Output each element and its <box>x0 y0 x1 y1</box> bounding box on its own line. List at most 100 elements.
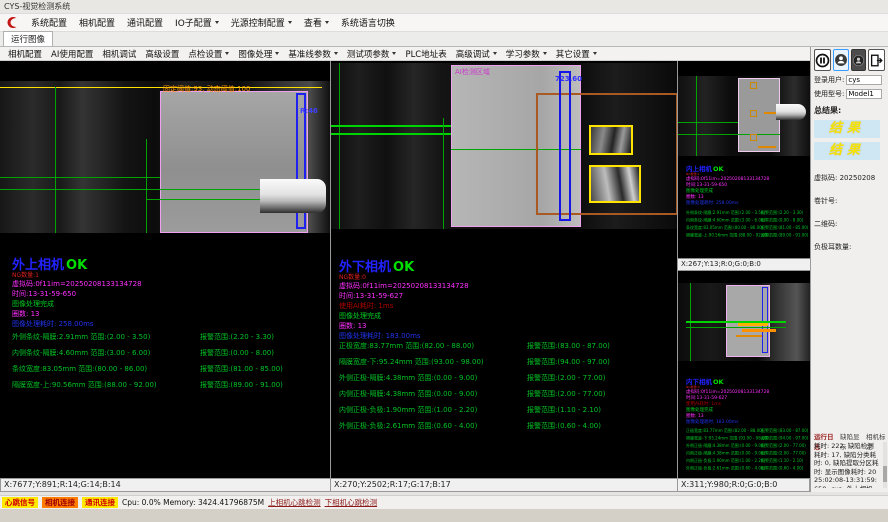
measurement-row: 外侧正极-负极:2.61mm 范围:(0.60 - 4.00)报警范围:(0.6… <box>339 418 610 434</box>
pixel-readout-status: X:7677;Y:891;R:14;G:14;B:14 <box>0 478 331 492</box>
result-ok-label: OK <box>713 379 724 387</box>
tab-run-image[interactable]: 运行图像 <box>3 31 53 46</box>
model-input[interactable] <box>846 89 882 99</box>
login-user-label: 登录用户: <box>814 75 844 85</box>
measurement-row: 条纹宽度:83.05mm 范围:(80.00 - 86.00)报警范围:(81.… <box>12 361 283 377</box>
tool-image-processing[interactable]: 图像处理 <box>238 48 279 60</box>
camera-views: 固定阈值:93, 动态阈值:100 R:46 外上相机OK NG数量:1 虚拟码… <box>0 61 810 478</box>
menu-item-io-config[interactable]: IO子配置 <box>175 16 219 29</box>
tool-other-settings[interactable]: 其它设置 <box>556 48 597 60</box>
bottom-status-bar: 心跳信号 相机连接 通讯连接 Cpu: 0.0% Memory: 3424.41… <box>0 495 888 509</box>
camera-image-inner-lower[interactable] <box>678 283 810 361</box>
menu-item-comm-config[interactable]: 通讯配置 <box>127 16 163 29</box>
camera-title: 外下相机OK <box>339 261 469 274</box>
camera-view-outer-upper: 固定阈值:93, 动态阈值:100 R:46 外上相机OK NG数量:1 虚拟码… <box>0 61 330 478</box>
camera-info-block: 内上相机OK NG数量:1 虚拟码:0f11im=202502081331347… <box>686 166 818 239</box>
exit-button[interactable] <box>868 49 885 71</box>
measurement-list: 外侧条纹-隔膜:2.91mm 范围:(2.00 - 3.50)报警范围:(2.2… <box>12 329 283 393</box>
info-line: 图像处理完成 <box>12 299 142 309</box>
measurement-row: 内侧正极-负极:1.90mm 范围:(1.00 - 2.20)报警范围:(1.1… <box>339 402 610 418</box>
camera-view-outer-lower: AI检测区域 723.60 外下相机OK NG数量:0 虚拟码:0f11im=2… <box>331 61 677 478</box>
tool-ai-use-config[interactable]: AI使用配置 <box>51 48 93 60</box>
pause-button[interactable] <box>814 49 831 71</box>
menu-item-system-config[interactable]: 系统配置 <box>31 16 67 29</box>
result-ok-label: OK <box>713 166 724 174</box>
chevron-down-icon <box>334 52 338 55</box>
info-line: 时间:13-31-59-650 <box>12 289 142 299</box>
camera-image-outer-lower[interactable]: AI检测区域 723.60 <box>331 63 677 229</box>
camera-info-block: 外下相机OK NG数量:0 虚拟码:0f11im=202502081331347… <box>339 261 469 341</box>
tool-camera-config[interactable]: 相机配置 <box>8 48 42 60</box>
tool-baseline-params[interactable]: 基准线参数 <box>288 48 338 60</box>
tool-advanced-debug[interactable]: 高级调试 <box>456 48 497 60</box>
chevron-down-icon <box>593 52 597 55</box>
pause-icon <box>815 53 830 68</box>
scrollbar-thumb[interactable] <box>883 466 887 482</box>
chevron-down-icon <box>493 52 497 55</box>
green-measure-line <box>686 327 786 328</box>
menu-item-language-switch[interactable]: 系统语言切换 <box>341 16 395 29</box>
tab-object <box>776 104 806 120</box>
content-area: 相机配置 AI使用配置 相机调试 高级设置 点检设置 图像处理 基准线参数 测试… <box>0 47 888 492</box>
green-measure-line <box>331 133 451 135</box>
measurement-row: 隔膜宽度-下:95.24mm 范围:(93.00 - 98.00)报警范围:(9… <box>339 354 610 370</box>
needle-number-field: 卷针号: <box>814 196 885 206</box>
info-line: 虚拟码:0f11im=20250208133134728 <box>339 281 469 291</box>
small-views-column: 内上相机OK NG数量:1 虚拟码:0f11im=202502081331347… <box>678 61 810 478</box>
pixel-readout-status: X:270;Y:2502;R:17;G:17;B:17 <box>331 478 678 492</box>
chevron-down-icon <box>215 21 219 24</box>
orange-annotation <box>742 329 776 332</box>
green-guide-line <box>146 139 147 233</box>
menu-item-light-config[interactable]: 光源控制配置 <box>231 16 292 29</box>
log-scrollbar[interactable] <box>883 442 887 488</box>
info-line: 圈数: 13 <box>339 321 469 331</box>
exit-icon <box>869 53 884 68</box>
tool-plc-address-table[interactable]: PLC地址表 <box>405 48 446 60</box>
blue-roi-rect <box>559 71 571 221</box>
info-line: 使用AI耗时: 1ms <box>339 301 469 311</box>
lower-camera-heartbeat-link[interactable]: 下相机心跳检测 <box>325 497 378 508</box>
blue-value-label: 723.60 <box>555 75 582 83</box>
menu-item-camera-config[interactable]: 相机配置 <box>79 16 115 29</box>
measurement-row: 内侧正极-隔膜:4.38mm 范围:(0.00 - 9.00)报警范围:(2.0… <box>339 386 610 402</box>
info-line: 图像处理完成 <box>339 311 469 321</box>
model-label: 使用型号: <box>814 89 844 99</box>
green-measure-line <box>0 177 160 178</box>
green-measure-line <box>678 134 780 135</box>
user-button[interactable] <box>833 49 849 71</box>
pixel-readout-status: X:267;Y:13;R:0;G:0;B:0 <box>678 258 810 270</box>
menu-item-view[interactable]: 查看 <box>304 16 329 29</box>
camera-view-inner-lower: 内下相机OK NG数量:0 虚拟码:0f11im=202502081331347… <box>678 271 810 477</box>
camera-connection-chip: 相机连接 <box>42 497 78 508</box>
tool-camera-debug[interactable]: 相机调试 <box>102 48 136 60</box>
tool-test-params[interactable]: 测试项参数 <box>347 48 397 60</box>
right-panel: 登录用户: 使用型号: 总结果: 结果 结果 虚拟码: 20250208 卷针号… <box>810 47 888 492</box>
tool-spot-check[interactable]: 点检设置 <box>188 48 229 60</box>
app-logo-icon <box>6 16 19 29</box>
login-user-row: 登录用户: <box>814 75 885 85</box>
measurement-row: 条纹宽度:83.05mm 范围:(80.00 - 86.00)报警范围:(81.… <box>686 224 818 232</box>
measurement-row: 隔膜宽度-下:95.24mm 范围:(93.00 - 98.00)报警范围:(9… <box>686 435 818 443</box>
camera-image-inner-upper[interactable] <box>678 76 810 156</box>
green-guide-line <box>339 63 340 229</box>
pixel-readout-status: X:311;Y:980;R:0;G:0;B:0 <box>678 478 810 492</box>
sample-region-overlay <box>738 78 780 152</box>
upper-camera-heartbeat-link[interactable]: 上相机心跳检测 <box>268 497 321 508</box>
camera-info-block: 外上相机OK NG数量:1 虚拟码:0f11im=202502081331347… <box>12 259 142 329</box>
login-user-input[interactable] <box>846 75 882 85</box>
camera-image-outer-upper[interactable]: 固定阈值:93, 动态阈值:100 R:46 <box>0 81 330 233</box>
measurement-row: 隔膜宽度-上:90.56mm 范围:(88.00 - 92.00)报警范围:(8… <box>12 377 283 393</box>
title-bar: CYS-视觉检测系统 <box>0 0 888 14</box>
result-ok-label: OK <box>393 260 414 275</box>
blue-roi-rect <box>762 287 768 353</box>
orange-roi-rect <box>750 110 757 117</box>
tool-learning-params[interactable]: 学习参数 <box>506 48 547 60</box>
tool-advanced-settings[interactable]: 高级设置 <box>145 48 179 60</box>
account-button[interactable] <box>851 49 866 71</box>
yellow-guide-line <box>0 87 322 88</box>
measurement-row: 外侧正极-负极:2.61mm 范围:(0.60 - 4.00)报警范围:(0.6… <box>686 465 818 473</box>
orange-annotation <box>758 146 776 148</box>
camera-title: 外上相机OK <box>12 259 142 272</box>
ai-area-label: AI检测区域 <box>455 67 490 77</box>
measurement-row: 外侧正极-隔膜:4.38mm 范围:(0.00 - 9.00)报警范围:(2.0… <box>686 442 818 450</box>
